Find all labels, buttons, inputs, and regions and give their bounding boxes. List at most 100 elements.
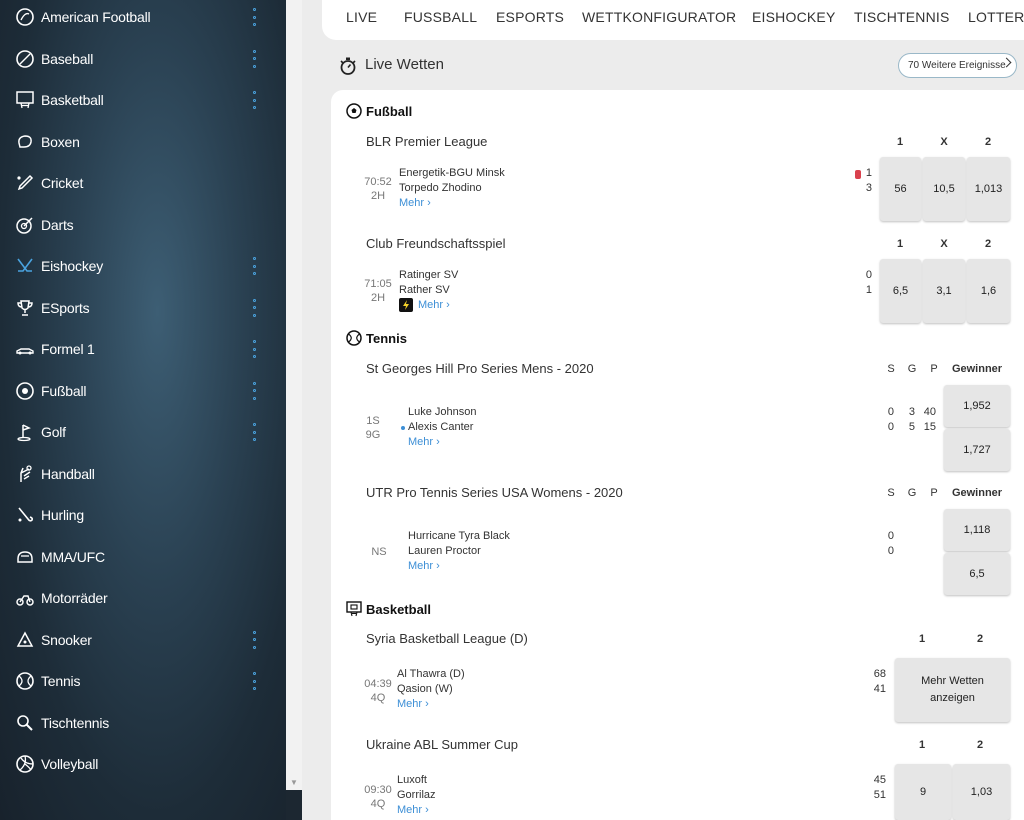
lightning-icon [399, 298, 413, 312]
odds-button-home-winner[interactable]: 1,952 [944, 385, 1010, 427]
column-header-1: 1 [896, 136, 904, 148]
sidebar-item-label: American Football [41, 9, 151, 25]
more-options-icon[interactable] [250, 340, 258, 358]
hurling-icon [14, 504, 36, 526]
sidebar-item-handball[interactable]: Handball [0, 454, 286, 494]
league-name: Syria Basketball League (D) [366, 631, 528, 646]
sidebar-item-label: Baseball [41, 50, 94, 67]
more-options-icon[interactable] [250, 672, 258, 690]
sidebar-item-baseball[interactable]: Baseball [0, 39, 286, 79]
sidebar-scrollbar[interactable] [286, 0, 302, 790]
sidebar-item-snooker[interactable]: Snooker [0, 620, 286, 660]
sidebar-item-mma-ufc[interactable]: MMA/UFC [0, 537, 286, 577]
away-score: 41 [873, 683, 886, 695]
sidebar-item-tennis[interactable]: Tennis [0, 661, 286, 701]
more-link[interactable]: Mehr › [399, 197, 431, 209]
section-title-fussball: Fußball [366, 104, 413, 119]
away-team: Qasion (W) [397, 683, 453, 695]
more-options-icon[interactable] [250, 257, 258, 275]
sidebar-item-label: Eishockey [41, 258, 104, 274]
odds-button-1[interactable]: 56 [880, 157, 921, 221]
more-link[interactable]: Mehr › [397, 698, 429, 710]
away-team: Gorrilaz [397, 789, 436, 801]
odds-button-1[interactable]: 6,5 [880, 259, 921, 323]
more-options-icon[interactable] [250, 298, 258, 317]
tab-eishockey[interactable]: EISHOCKEY [752, 9, 836, 25]
sidebar-item-tischtennis[interactable]: Tischtennis [0, 703, 286, 743]
tennis-icon [14, 670, 36, 692]
tab-live[interactable]: LIVE [346, 9, 377, 25]
sidebar-item-basketball[interactable]: Basketball [0, 80, 286, 120]
motorbike-icon [14, 587, 36, 609]
odds-button-away-winner[interactable]: 1,727 [944, 429, 1010, 471]
volleyball-icon [14, 753, 36, 775]
more-link[interactable]: Mehr › [408, 560, 440, 572]
column-header-sets: S [887, 487, 895, 499]
sidebar-item-golf[interactable]: Golf [0, 412, 286, 452]
odds-button-2[interactable]: 1,03 [953, 764, 1010, 820]
match-clock: 71:05 2H [364, 278, 392, 304]
column-header-2: 2 [984, 136, 992, 148]
tab-tischtennis[interactable]: TISCHTENNIS [854, 9, 950, 25]
tab-wettkonfigurator[interactable]: WETTKONFIGURATOR [582, 9, 736, 25]
more-options-icon[interactable] [250, 381, 258, 400]
handball-icon [14, 463, 36, 485]
more-options-icon[interactable] [250, 423, 258, 441]
sidebar-item-label: Snooker [41, 631, 92, 648]
mma-icon [14, 546, 36, 568]
sidebar-item-hurling[interactable]: Hurling [0, 495, 286, 535]
sidebar-item-formel-1[interactable]: Formel 1 [0, 329, 286, 369]
sidebar-item-esports[interactable]: ESports [0, 288, 286, 328]
basketball-hoop-icon [346, 601, 362, 617]
home-team: Ratinger SV [399, 269, 459, 281]
home-player: Luke Johnson [408, 406, 477, 418]
more-link[interactable]: Mehr › [418, 299, 450, 311]
sidebar-item-darts[interactable]: Darts [0, 205, 286, 245]
league-name: UTR Pro Tennis Series USA Womens - 2020 [366, 485, 623, 500]
stopwatch-icon [340, 57, 356, 75]
top-navigation: LIVE FUSSBALL ESPORTS WETTKONFIGURATOR E… [322, 0, 1024, 40]
sidebar-item-label: Handball [41, 465, 95, 482]
more-events-button[interactable]: 70 Weitere Ereignisse [898, 53, 1017, 78]
sidebar-item-motorräder[interactable]: Motorräder [0, 578, 286, 618]
odds-button-2[interactable]: 1,6 [967, 259, 1010, 323]
league-name: St Georges Hill Pro Series Mens - 2020 [366, 361, 594, 376]
more-bets-button[interactable]: Mehr Wetten anzeigen [895, 658, 1010, 722]
scroll-down-arrow-icon[interactable]: ▼ [290, 778, 298, 787]
more-link[interactable]: Mehr › [408, 436, 440, 448]
match-status: NS [371, 546, 387, 558]
sidebar-item-label: Tennis [41, 673, 81, 689]
odds-button-1[interactable]: 9 [895, 764, 951, 820]
home-score: 45 [873, 774, 886, 786]
sidebar-item-volleyball[interactable]: Volleyball [0, 744, 286, 784]
sidebar-item-american-football[interactable]: American Football [0, 0, 286, 37]
column-header-points: P [930, 363, 938, 375]
snooker-icon [14, 629, 36, 651]
more-link[interactable]: Mehr › [397, 804, 429, 816]
odds-button-x[interactable]: 3,1 [923, 259, 965, 323]
odds-button-home-winner[interactable]: 1,118 [944, 509, 1010, 551]
more-options-icon[interactable] [250, 49, 258, 68]
odds-button-away-winner[interactable]: 6,5 [944, 553, 1010, 595]
sidebar-item-label: ESports [41, 299, 90, 316]
sidebar-item-label: Basketball [41, 92, 104, 108]
sidebar-item-label: Cricket [41, 175, 84, 191]
sidebar-item-cricket[interactable]: Cricket [0, 163, 286, 203]
sidebar-item-label: Golf [41, 424, 66, 440]
more-options-icon[interactable] [250, 8, 258, 26]
tab-fussball[interactable]: FUSSBALL [404, 9, 477, 25]
tab-esports[interactable]: ESPORTS [496, 9, 564, 25]
more-options-icon[interactable] [250, 91, 258, 109]
odds-button-x[interactable]: 10,5 [923, 157, 965, 221]
football-icon [14, 380, 36, 402]
sidebar-item-fußball[interactable]: Fußball [0, 371, 286, 411]
odds-button-2[interactable]: 1,013 [967, 157, 1010, 221]
more-events-label: 70 Weitere Ereignisse [908, 60, 1006, 71]
sidebar-item-eishockey[interactable]: Eishockey [0, 246, 286, 286]
away-score: 3 [865, 182, 872, 194]
sidebar-item-label: Boxen [41, 133, 80, 150]
sidebar-item-boxen[interactable]: Boxen [0, 122, 286, 162]
column-header-2: 2 [976, 633, 984, 645]
more-options-icon[interactable] [250, 630, 258, 649]
tab-lotterie[interactable]: LOTTERIE [968, 9, 1024, 25]
